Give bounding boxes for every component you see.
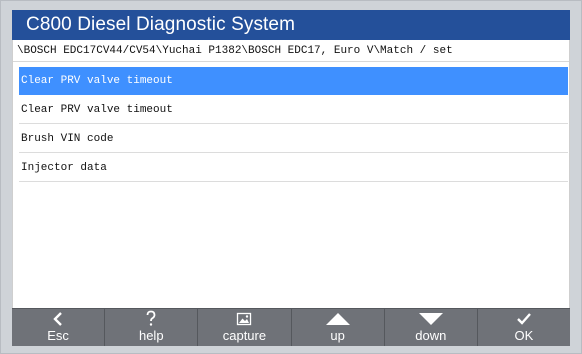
ok-button[interactable]: OK — [478, 309, 570, 346]
up-button[interactable]: up — [292, 309, 385, 346]
list-item[interactable]: Injector data — [19, 154, 568, 182]
triangle-up-icon — [325, 310, 351, 328]
capture-button[interactable]: capture — [198, 309, 292, 346]
image-capture-icon — [236, 310, 252, 328]
ok-button-label: OK — [514, 328, 534, 343]
up-button-label: up — [330, 328, 345, 343]
list-item[interactable]: Clear PRV valve timeout — [19, 67, 568, 95]
capture-button-label: capture — [222, 328, 267, 343]
app-frame: C800 Diesel Diagnostic System \BOSCH EDC… — [0, 0, 582, 354]
esc-button[interactable]: Esc — [12, 309, 106, 346]
list-item-label: Clear PRV valve timeout — [21, 75, 173, 87]
window-title: C800 Diesel Diagnostic System — [12, 10, 570, 40]
question-icon — [144, 310, 158, 328]
down-button-label: down — [415, 328, 447, 343]
help-button-label: help — [138, 328, 164, 343]
triangle-down-icon — [418, 310, 444, 328]
chevron-left-icon — [51, 310, 65, 328]
list-item-label: Brush VIN code — [21, 133, 114, 145]
list-item[interactable]: Brush VIN code — [19, 125, 568, 153]
down-button[interactable]: down — [385, 309, 478, 346]
help-button[interactable]: help — [105, 309, 199, 346]
function-list: Clear PRV valve timeout Clear PRV valve … — [19, 67, 568, 183]
esc-button-label: Esc — [47, 328, 69, 343]
checkmark-icon — [516, 310, 532, 328]
list-item[interactable]: Clear PRV valve timeout — [19, 96, 568, 124]
list-item-label: Clear PRV valve timeout — [21, 104, 173, 116]
breadcrumb: \BOSCH EDC17CV44/CV54\Yuchai P1382\BOSCH… — [13, 40, 569, 62]
main-panel: \BOSCH EDC17CV44/CV54\Yuchai P1382\BOSCH… — [12, 40, 570, 308]
bottom-toolbar: Esc help capture up down OK — [12, 308, 570, 346]
list-item-label: Injector data — [21, 162, 107, 174]
